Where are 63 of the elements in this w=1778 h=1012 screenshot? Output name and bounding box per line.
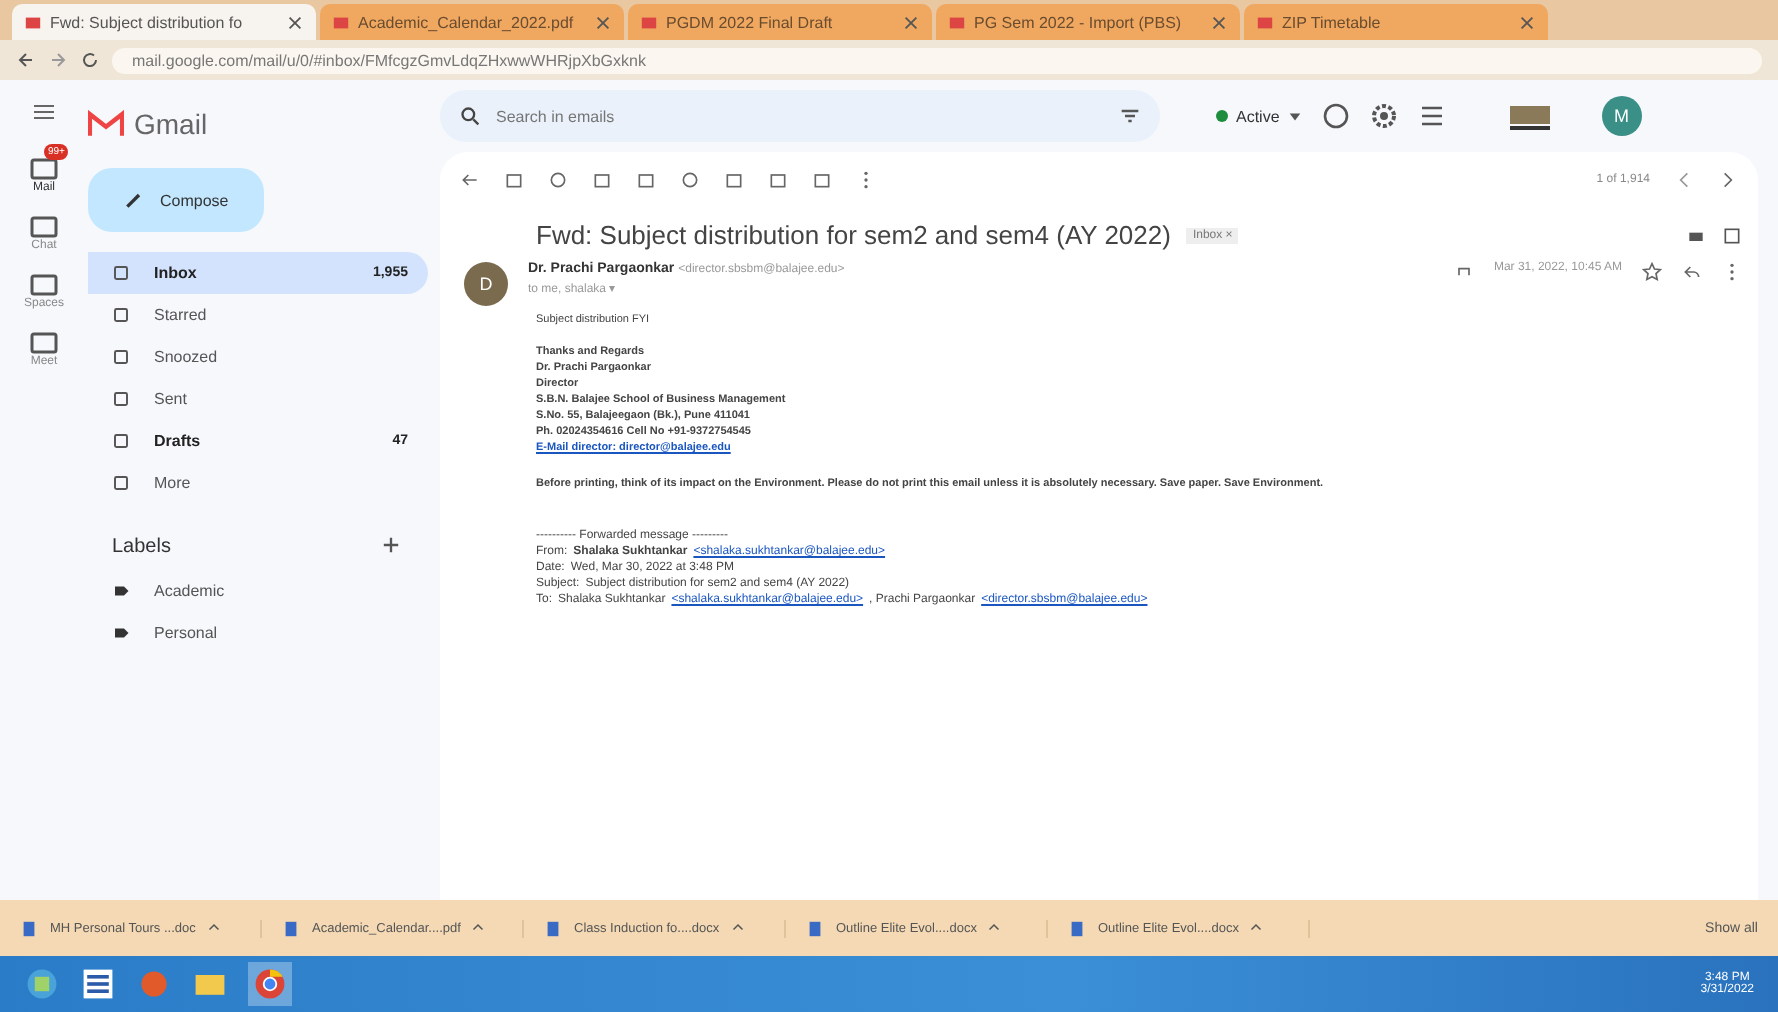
pencil-icon [124,190,144,210]
document-icon [544,919,562,937]
help-icon[interactable] [1321,102,1350,130]
browser-tab[interactable]: PG Sem 2022 - Import (PBS) [936,4,1240,40]
caret-icon[interactable] [472,922,485,934]
compose-button[interactable]: Compose [88,168,265,232]
filter-icon[interactable] [1120,106,1140,126]
document-icon [806,919,824,937]
back-icon[interactable] [460,170,480,190]
start-icon[interactable] [24,966,60,1002]
next-icon[interactable] [1718,170,1738,190]
close-icon[interactable] [902,13,920,31]
apps-icon[interactable] [1417,102,1446,130]
sender-avatar: D [464,262,508,306]
close-icon[interactable] [1518,13,1536,31]
folder-item[interactable]: More [88,462,428,504]
search-input[interactable]: Search in emails [492,105,1108,127]
menu-icon[interactable] [32,100,56,124]
envelope-logo-icon [88,110,124,138]
document-icon [282,919,300,937]
favicon-icon [1256,13,1274,31]
search-icon [460,106,480,126]
star-icon[interactable] [1642,262,1662,282]
label-item[interactable]: Personal [88,612,428,654]
status-button[interactable]: Active [1216,107,1302,125]
caret-icon[interactable] [988,922,1001,934]
browser-icon[interactable] [248,962,292,1006]
word-icon[interactable] [80,966,116,1002]
reply-icon[interactable] [1682,262,1702,282]
caret-icon[interactable] [731,922,744,934]
close-icon[interactable] [1210,13,1228,31]
document-icon [20,919,38,937]
caret-icon[interactable] [1250,922,1263,934]
close-icon[interactable] [286,13,304,31]
organization-logo-icon [1505,100,1554,132]
settings-icon[interactable] [1369,102,1398,130]
folder-item[interactable]: Snoozed [88,336,428,378]
app-name: Gmail [134,108,208,140]
add-icon[interactable] [382,536,400,554]
caret-icon [1287,109,1302,123]
favicon-icon [948,13,966,31]
browser-tab[interactable]: Academic_Calendar_2022.pdf [320,4,624,40]
caret-icon[interactable] [207,922,220,934]
browser-tab[interactable]: PGDM 2022 Final Draft [628,4,932,40]
document-icon [1068,919,1086,937]
new-window-icon[interactable] [1722,225,1742,245]
folder-item[interactable]: Starred [88,294,428,336]
address-bar[interactable]: mail.google.com/mail/u/0/#inbox/FMfcgzGmvLdqZHxwwWHRjpXbGxknk [112,47,1762,73]
browser-tab[interactable]: Fwd: Subject distribution fo [12,4,316,40]
labels-heading: Labels [112,536,171,558]
label-item[interactable]: Academic [88,570,428,612]
email-subject: Fwd: Subject distribution for sem2 and sem4 (AY 2022) [536,220,1171,250]
reload-icon[interactable] [80,50,100,70]
folder-item[interactable]: Sent [88,378,428,420]
close-icon[interactable] [594,13,612,31]
browser-tab[interactable]: ZIP Timetable [1244,4,1548,40]
favicon-icon [332,13,350,31]
back-icon[interactable] [16,50,36,70]
favicon-icon [24,13,42,31]
previous-icon[interactable] [1674,170,1694,190]
account-avatar[interactable]: M [1601,96,1642,136]
search-bar[interactable]: Search in emails [440,90,1160,142]
favicon-icon [640,13,658,31]
